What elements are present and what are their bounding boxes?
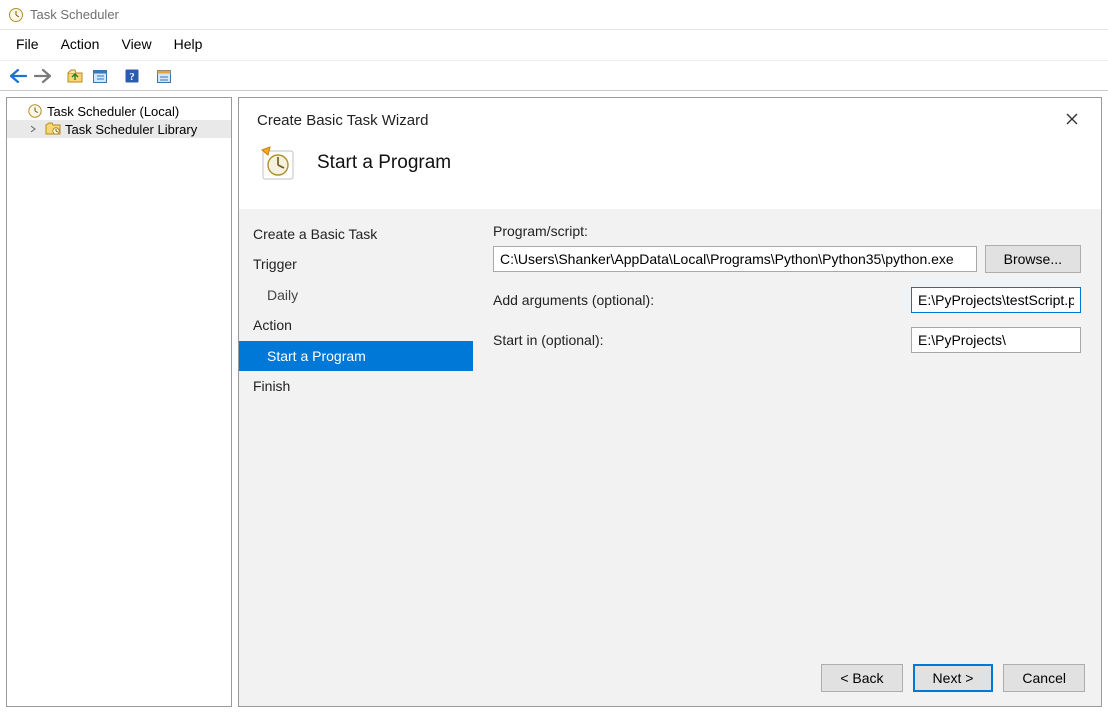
back-button[interactable]: < Back: [821, 664, 902, 692]
back-arrow-icon[interactable]: [6, 64, 30, 88]
window-titlebar: Task Scheduler: [0, 0, 1108, 30]
close-icon: [1065, 112, 1079, 126]
folder-clock-icon: [45, 121, 61, 137]
tree-pane: Task Scheduler (Local) Task Scheduler Li…: [6, 97, 232, 707]
calendar-icon[interactable]: [88, 64, 112, 88]
nav-action[interactable]: Action: [239, 310, 473, 340]
wizard-banner: Start a Program: [239, 139, 1101, 209]
tree-root-label: Task Scheduler (Local): [47, 104, 179, 119]
chevron-right-icon[interactable]: [29, 125, 41, 133]
wizard-form: Program/script: Browse... Add arguments …: [473, 209, 1101, 652]
tree-library[interactable]: Task Scheduler Library: [7, 120, 231, 138]
svg-text:?: ?: [129, 71, 135, 83]
app-clock-icon: [8, 7, 24, 23]
cancel-button[interactable]: Cancel: [1003, 664, 1085, 692]
menu-file[interactable]: File: [6, 32, 49, 56]
start-in-label: Start in (optional):: [493, 332, 903, 348]
content-pane: Create Basic Task Wizard Start a Program: [238, 97, 1102, 707]
nav-trigger[interactable]: Trigger: [239, 249, 473, 279]
properties-icon[interactable]: [152, 64, 176, 88]
menubar: File Action View Help: [0, 30, 1108, 61]
menu-action[interactable]: Action: [51, 32, 110, 56]
add-arguments-input[interactable]: [911, 287, 1081, 313]
tree-library-label: Task Scheduler Library: [65, 122, 197, 137]
toolbar: ?: [0, 61, 1108, 91]
nav-trigger-daily[interactable]: Daily: [239, 280, 473, 310]
wizard-nav: Create a Basic Task Trigger Daily Action…: [239, 209, 473, 652]
nav-create-basic-task[interactable]: Create a Basic Task: [239, 219, 473, 249]
window-title: Task Scheduler: [30, 7, 119, 22]
next-button[interactable]: Next >: [913, 664, 994, 692]
wizard-heading: Start a Program: [317, 152, 451, 174]
wizard-title: Create Basic Task Wizard: [257, 112, 428, 129]
nav-finish[interactable]: Finish: [239, 371, 473, 401]
wizard-footer: < Back Next > Cancel: [239, 652, 1101, 706]
wizard-clock-icon: [257, 143, 297, 183]
add-arguments-label: Add arguments (optional):: [493, 292, 903, 308]
program-script-label: Program/script:: [493, 223, 1081, 239]
help-icon[interactable]: ?: [120, 64, 144, 88]
clock-icon: [27, 103, 43, 119]
close-button[interactable]: [1061, 112, 1083, 126]
forward-arrow-icon[interactable]: [31, 64, 55, 88]
wizard-dialog: Create Basic Task Wizard Start a Program: [239, 98, 1101, 706]
menu-help[interactable]: Help: [164, 32, 213, 56]
nav-action-start-program[interactable]: Start a Program: [239, 341, 473, 371]
up-folder-icon[interactable]: [63, 64, 87, 88]
menu-view[interactable]: View: [111, 32, 161, 56]
program-script-input[interactable]: [493, 246, 977, 272]
browse-button[interactable]: Browse...: [985, 245, 1081, 273]
start-in-input[interactable]: [911, 327, 1081, 353]
tree-root[interactable]: Task Scheduler (Local): [7, 102, 231, 120]
